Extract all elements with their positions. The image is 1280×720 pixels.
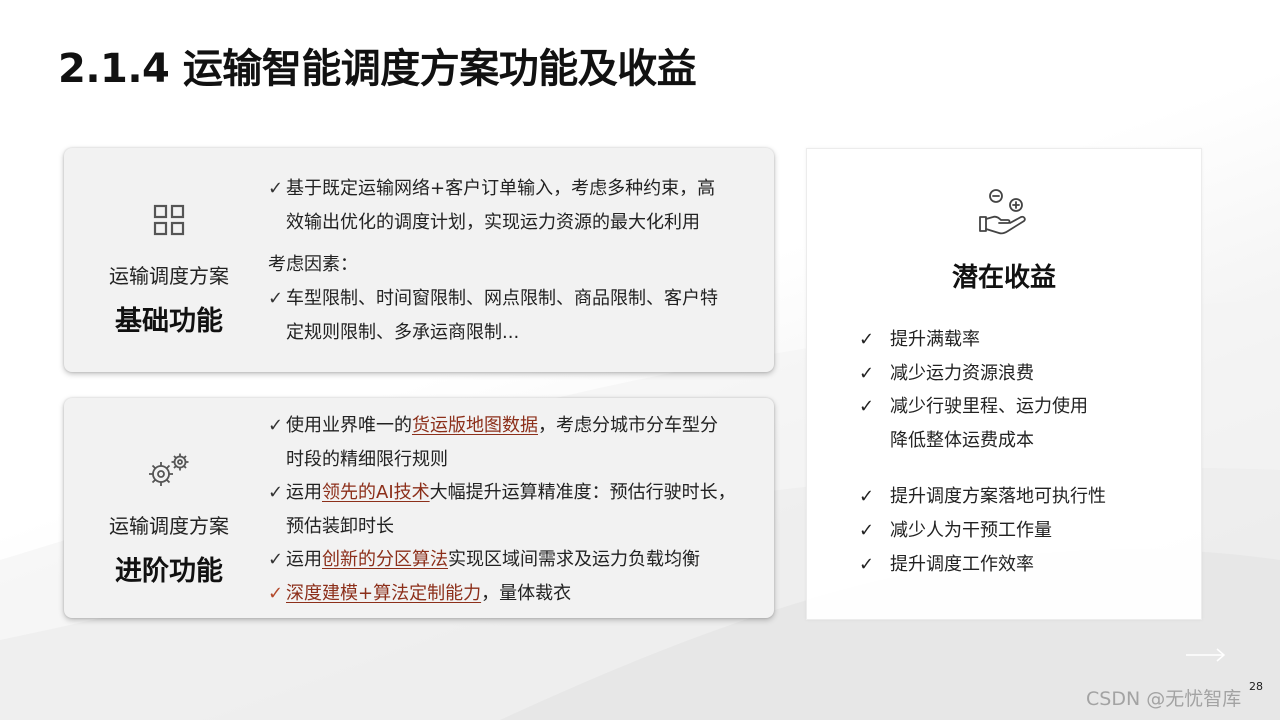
highlight-custom-modeling: 深度建模+算法定制能力 xyxy=(286,582,482,604)
benefit-item: ✓ 提升调度方案落地可执行性 xyxy=(859,480,1189,514)
basic-bullet-2: ✓ 车型限制、时间窗限制、网点限制、商品限制、客户特 定规则限制、多承运商限制.… xyxy=(268,282,763,350)
page-number: 28 xyxy=(1249,680,1263,693)
advanced-bullet-3: ✓ 运用创新的分区算法实现区域间需求及运力负载均衡 xyxy=(268,543,763,577)
benefit-item: ✓ 减少行驶里程、运力使用 xyxy=(859,390,1189,424)
page-title: 2.1.4 运输智能调度方案功能及收益 xyxy=(58,46,697,92)
arrow-right-icon xyxy=(1186,648,1226,662)
advanced-bullet-2: ✓ 运用领先的AI技术大幅提升运算精准度：预估行驶时长， 预估装卸时长 xyxy=(268,476,763,543)
check-icon: ✓ xyxy=(268,482,284,504)
check-icon: ✓ xyxy=(268,288,284,309)
basic-function-card: 运输调度方案 基础功能 ✓ 基于既定运输网络+客户订单输入，考虑多种约束，高 效… xyxy=(64,148,774,372)
grid-icon xyxy=(153,202,185,238)
basic-card-content: ✓ 基于既定运输网络+客户订单输入，考虑多种约束，高 效输出优化的调度计划，实现… xyxy=(268,172,763,350)
factors-label: 考虑因素： xyxy=(268,254,358,275)
advanced-card-subtitle: 运输调度方案 xyxy=(109,514,229,538)
check-icon: ✓ xyxy=(268,582,284,604)
highlight-partition-algorithm: 创新的分区算法 xyxy=(322,549,448,571)
check-icon: ✓ xyxy=(268,178,284,199)
advanced-card-content: ✓ 使用业界唯一的货运版地图数据，考虑分城市分车型分 时段的精细限行规则 ✓ 运… xyxy=(268,409,763,611)
basic-card-label: 运输调度方案 基础功能 xyxy=(64,148,274,372)
advanced-card-label: 运输调度方案 进阶功能 xyxy=(64,398,274,618)
advanced-function-card: 运输调度方案 进阶功能 ✓ 使用业界唯一的货运版地图数据，考虑分城市分车型分 时… xyxy=(64,398,774,618)
hand-coins-icon xyxy=(977,187,1031,239)
benefit-item: ✓ 减少人为干预工作量 xyxy=(859,514,1189,548)
check-icon: ✓ xyxy=(859,362,875,384)
advanced-card-heading: 进阶功能 xyxy=(115,556,223,587)
benefits-panel: 潜在收益 ✓ 提升满载率 ✓ 减少运力资源浪费 ✓ 减少行驶里程、运力使用 降低整体运… xyxy=(806,148,1202,620)
check-icon: ✓ xyxy=(268,549,284,571)
benefit-item: ✓ 提升满载率 xyxy=(859,323,1189,357)
check-icon: ✓ xyxy=(859,519,875,541)
advanced-bullet-4: ✓ 深度建模+算法定制能力，量体裁衣 xyxy=(268,577,763,611)
basic-card-subtitle: 运输调度方案 xyxy=(109,264,229,288)
check-icon: ✓ xyxy=(859,329,875,350)
highlight-ai-tech: 领先的AI技术 xyxy=(322,482,430,504)
watermark: CSDN @无忧智库 xyxy=(1086,688,1242,710)
check-icon: ✓ xyxy=(859,553,875,575)
check-icon: ✓ xyxy=(859,396,875,418)
gears-icon xyxy=(146,452,192,488)
check-icon: ✓ xyxy=(859,486,875,508)
benefit-item: ✓ 减少运力资源浪费 xyxy=(859,357,1189,391)
benefit-item: ✓ 提升调度工作效率 xyxy=(859,548,1189,582)
basic-card-heading: 基础功能 xyxy=(115,306,223,337)
highlight-map-data: 货运版地图数据 xyxy=(412,415,538,436)
benefits-title: 潜在收益 xyxy=(951,263,1056,293)
check-icon: ✓ xyxy=(268,415,284,436)
benefits-list: ✓ 提升满载率 ✓ 减少运力资源浪费 ✓ 减少行驶里程、运力使用 降低整体运费成本 ✓… xyxy=(859,323,1189,581)
basic-bullet-1: ✓ 基于既定运输网络+客户订单输入，考虑多种约束，高 效输出优化的调度计划，实现… xyxy=(268,172,763,240)
advanced-bullet-1: ✓ 使用业界唯一的货运版地图数据，考虑分城市分车型分 时段的精细限行规则 xyxy=(268,409,763,476)
benefit-item-continued: 降低整体运费成本 xyxy=(890,429,1034,451)
